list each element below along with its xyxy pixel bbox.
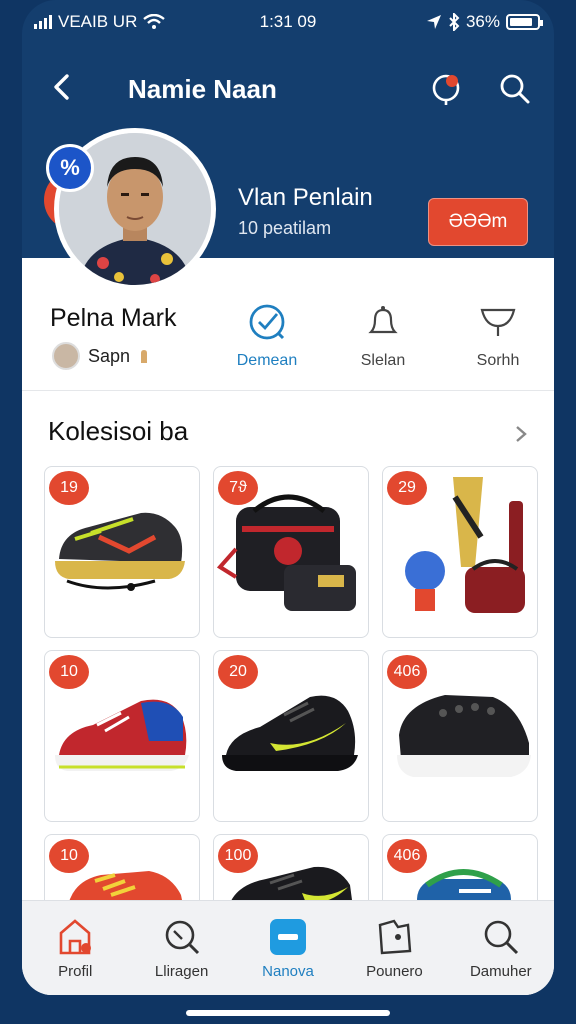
puzzle-icon bbox=[379, 919, 412, 955]
tab-label: Demean bbox=[236, 352, 298, 369]
top-nav-bar: Namie Naan bbox=[22, 60, 554, 120]
header-action-button[interactable]: ƏƏƏm bbox=[428, 198, 528, 246]
header-name: Vlan Penlain bbox=[238, 184, 373, 211]
price-badge: 29 bbox=[387, 471, 427, 505]
nav-nanova[interactable]: Nanova bbox=[235, 901, 341, 995]
product-card[interactable]: 19 bbox=[44, 466, 200, 638]
back-arrow-icon[interactable] bbox=[48, 72, 78, 102]
status-right: 36% bbox=[426, 12, 543, 32]
tab-label: Slelan bbox=[360, 352, 406, 369]
status-bar: VEAIB UR 1:31 09 36% bbox=[22, 0, 554, 46]
section-title: Kolesisoi ba bbox=[48, 416, 189, 446]
chevron-right-icon[interactable] bbox=[514, 424, 528, 444]
user-row[interactable]: Sapn bbox=[52, 342, 150, 370]
divider bbox=[22, 390, 554, 391]
nav-label: Lliragen bbox=[154, 963, 209, 980]
nav-label: Profil bbox=[58, 963, 93, 980]
search-icon bbox=[484, 920, 518, 955]
product-card[interactable]: 20 bbox=[213, 650, 369, 822]
price-badge: 19 bbox=[49, 471, 89, 505]
nav-damuher[interactable]: Damuher bbox=[448, 901, 554, 995]
nav-label: Damuher bbox=[469, 963, 532, 980]
check-circle-icon bbox=[249, 304, 285, 340]
nav-lliragen[interactable]: Lliragen bbox=[128, 901, 234, 995]
header-subtitle: 10 peatilam bbox=[238, 218, 332, 238]
tab-slelan[interactable]: Slelan bbox=[338, 302, 428, 370]
price-badge: 7ϑ bbox=[218, 471, 258, 505]
price-badge: 10 bbox=[49, 839, 89, 873]
notification-icon[interactable] bbox=[430, 72, 464, 106]
price-badge: 20 bbox=[218, 655, 258, 689]
main-content: Pelna Mark Sapn Demean Slelan Sorhh Kole… bbox=[22, 258, 554, 995]
page-title: Namie Naan bbox=[128, 74, 277, 104]
user-label: Sapn bbox=[88, 345, 131, 366]
bottom-nav: Profil Lliragen Nanova Pounero Damuher bbox=[22, 900, 554, 995]
battery-icon bbox=[506, 14, 543, 30]
price-badge: 10 bbox=[49, 655, 89, 689]
home-indicator[interactable] bbox=[186, 1010, 390, 1016]
price-badge: 100 bbox=[218, 839, 258, 873]
search-icon[interactable] bbox=[498, 72, 532, 106]
phone-screen: VEAIB UR 1:31 09 36% Namie Naan % Vlan P… bbox=[22, 0, 554, 995]
price-badge: 406 bbox=[387, 839, 427, 873]
search-icon bbox=[165, 920, 199, 955]
bell-icon bbox=[368, 306, 398, 334]
bluetooth-icon bbox=[449, 13, 460, 31]
tab-label: Sorhh bbox=[476, 352, 520, 369]
nav-pounero[interactable]: Pounero bbox=[341, 901, 447, 995]
discount-badge: % bbox=[46, 144, 94, 192]
price-badge: 406 bbox=[387, 655, 427, 689]
minus-square-icon bbox=[270, 919, 307, 955]
profile-header: % Vlan Penlain 10 peatilam ƏƏƏm bbox=[22, 120, 554, 290]
mini-avatar bbox=[52, 342, 80, 370]
funnel-icon bbox=[480, 308, 516, 336]
product-card[interactable]: 10 bbox=[44, 650, 200, 822]
nav-label: Pounero bbox=[366, 963, 423, 980]
nav-label: Nanova bbox=[262, 963, 314, 980]
product-card[interactable]: 7ϑ bbox=[213, 466, 369, 638]
nav-profil[interactable]: Profil bbox=[22, 901, 128, 995]
tab-demean[interactable]: Demean bbox=[222, 302, 312, 370]
profile-name: Pelna Mark bbox=[50, 304, 177, 332]
battery-percent: 36% bbox=[465, 12, 500, 31]
product-card[interactable]: 29 bbox=[382, 466, 538, 638]
location-icon bbox=[426, 15, 441, 29]
product-card[interactable]: 406 bbox=[382, 650, 538, 822]
tab-sorhh[interactable]: Sorhh bbox=[453, 302, 543, 370]
battery-level bbox=[510, 18, 533, 26]
home-icon bbox=[59, 919, 92, 955]
hand-icon bbox=[141, 350, 148, 363]
